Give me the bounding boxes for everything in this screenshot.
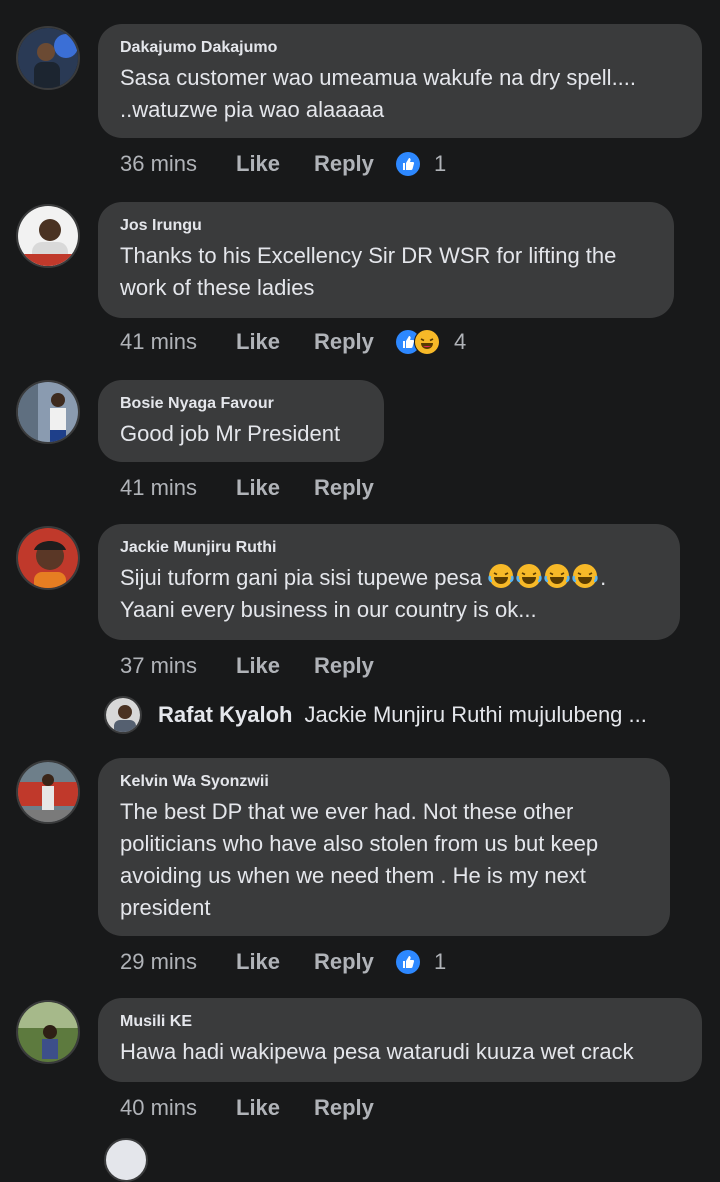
timestamp[interactable]: 41 mins [120, 475, 236, 501]
laughing-face-icon [414, 329, 440, 355]
reply-button[interactable]: Reply [314, 949, 396, 975]
comment-text: Good job Mr President [120, 421, 341, 446]
reply-button[interactable]: Reply [314, 475, 396, 501]
comment-text-line: Sijui tuform gani pia sisi tupewe pesa [120, 565, 482, 590]
reaction-count: 1 [434, 949, 447, 974]
reply-button[interactable]: Reply [314, 653, 396, 679]
reaction-summary[interactable]: 4 [396, 329, 466, 355]
comment-actions: 29 mins Like Reply 1 [120, 946, 446, 978]
like-button[interactable]: Like [236, 653, 314, 679]
reply-button[interactable]: Reply [314, 151, 396, 177]
comment-text: Sijui tuform gani pia sisi tupewe pesa .… [120, 562, 658, 626]
reaction-count: 4 [454, 329, 467, 354]
reply-button[interactable]: Reply [314, 1095, 396, 1121]
reply-preview[interactable]: Rafat Kyaloh Jackie Munjiru Ruthi mujulu… [104, 696, 647, 734]
avatar[interactable] [16, 526, 80, 590]
comment-bubble: Musili KE Hawa hadi wakipewa pesa wataru… [98, 998, 702, 1082]
commenter-name[interactable]: Kelvin Wa Syonzwii [120, 772, 648, 792]
comment-bubble: Jos Irungu Thanks to his Excellency Sir … [98, 202, 674, 318]
like-button[interactable]: Like [236, 329, 314, 355]
timestamp[interactable]: 29 mins [120, 949, 236, 975]
avatar[interactable] [16, 760, 80, 824]
comment-bubble: Kelvin Wa Syonzwii The best DP that we e… [98, 758, 670, 936]
commenter-name[interactable]: Jackie Munjiru Ruthi [120, 538, 658, 558]
comment-actions: 40 mins Like Reply [120, 1092, 396, 1124]
thumbs-up-icon [396, 152, 420, 176]
comment-bubble: Bosie Nyaga Favour Good job Mr President [98, 380, 384, 462]
comment-actions: 36 mins Like Reply 1 [120, 148, 446, 180]
comment-text-punctuation: . [600, 565, 607, 590]
avatar[interactable] [16, 26, 80, 90]
comment-text: Hawa hadi wakipewa pesa watarudi kuuza w… [120, 1039, 634, 1064]
commenter-name[interactable]: Musili KE [120, 1012, 680, 1032]
comment-actions: 37 mins Like Reply [120, 650, 396, 682]
commenter-name[interactable]: Jos Irungu [120, 216, 652, 236]
commenter-name[interactable]: Dakajumo Dakajumo [120, 38, 680, 58]
avatar[interactable] [104, 1138, 148, 1182]
avatar[interactable] [16, 1000, 80, 1064]
reaction-count: 1 [434, 151, 447, 176]
comment-bubble: Jackie Munjiru Ruthi Sijui tuform gani p… [98, 524, 680, 640]
like-button[interactable]: Like [236, 949, 314, 975]
commenter-name[interactable]: Bosie Nyaga Favour [120, 394, 362, 414]
comment-text: Sasa customer wao umeamua wakufe na dry … [120, 65, 637, 122]
avatar[interactable] [16, 204, 80, 268]
tears-of-joy-emoji-icon [488, 564, 600, 590]
reply-author-name[interactable]: Rafat Kyaloh [158, 702, 292, 728]
timestamp[interactable]: 36 mins [120, 151, 236, 177]
avatar[interactable] [104, 696, 142, 734]
like-button[interactable]: Like [236, 475, 314, 501]
reaction-summary[interactable]: 1 [396, 151, 446, 177]
comment-bubble: Dakajumo Dakajumo Sasa customer wao umea… [98, 24, 702, 138]
timestamp[interactable]: 37 mins [120, 653, 236, 679]
avatar[interactable] [16, 380, 80, 444]
comment-actions: 41 mins Like Reply [120, 472, 396, 504]
reaction-summary[interactable]: 1 [396, 949, 446, 975]
like-button[interactable]: Like [236, 151, 314, 177]
comment-text: Thanks to his Excellency Sir DR WSR for … [120, 243, 617, 300]
reply-button[interactable]: Reply [314, 329, 396, 355]
comment-actions: 41 mins Like Reply 4 [120, 326, 466, 358]
timestamp[interactable]: 40 mins [120, 1095, 236, 1121]
comment-text: The best DP that we ever had. Not these … [120, 799, 599, 920]
comment-text-line: Yaani every business in our country is o… [120, 597, 537, 622]
timestamp[interactable]: 41 mins [120, 329, 236, 355]
thumbs-up-icon [396, 950, 420, 974]
reply-text: Jackie Munjiru Ruthi mujulubeng ... [304, 702, 647, 727]
like-button[interactable]: Like [236, 1095, 314, 1121]
